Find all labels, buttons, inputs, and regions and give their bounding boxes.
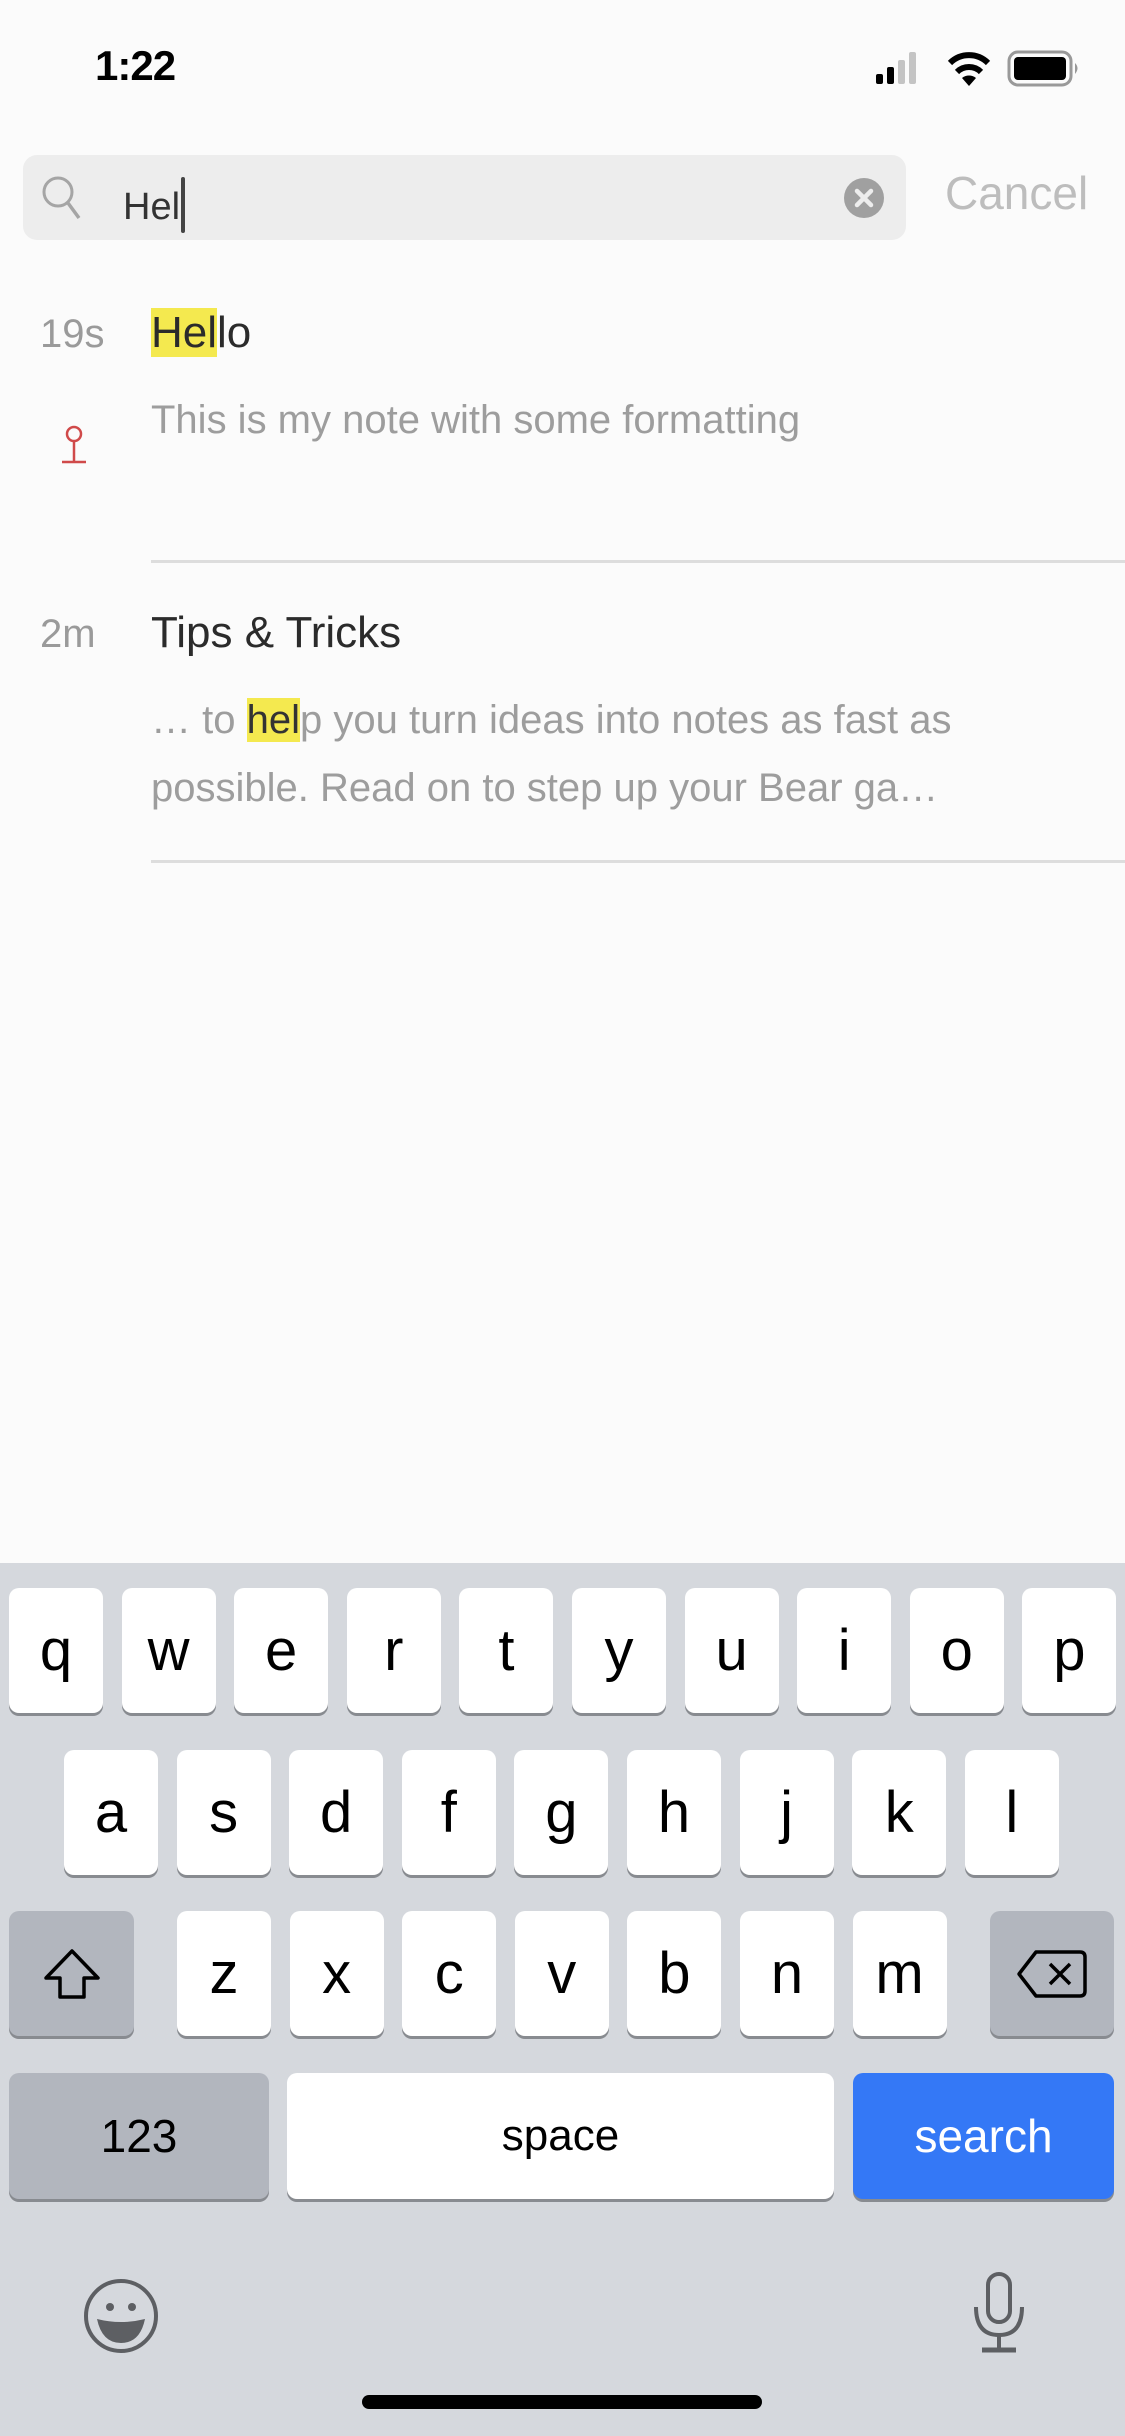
key-s[interactable]: s [176, 1750, 271, 1875]
key-d[interactable]: d [289, 1750, 384, 1875]
key-i[interactable]: i [797, 1588, 892, 1713]
text-caret [181, 177, 186, 233]
key-h[interactable]: h [627, 1750, 721, 1875]
backspace-icon [1017, 1949, 1087, 1998]
note-title: Hello [151, 308, 251, 358]
title-text: lo [217, 308, 252, 357]
search-value: Hel [123, 186, 181, 228]
key-l[interactable]: l [964, 1750, 1059, 1875]
title-text: Tips & Tricks [151, 608, 402, 657]
backspace-key[interactable] [990, 1911, 1114, 2036]
clear-icon[interactable] [843, 177, 885, 219]
space-key[interactable]: space [287, 2073, 834, 2199]
note-age: 2m [40, 612, 96, 656]
search-icon [42, 176, 81, 220]
wifi-icon [947, 52, 991, 86]
key-o[interactable]: o [909, 1588, 1004, 1713]
key-w[interactable]: w [121, 1588, 216, 1713]
key-x[interactable]: x [289, 1911, 384, 2036]
keyboard: 123 space search qwertyuiop asdfghjkl zxcv… [0, 1563, 1125, 2436]
battery-icon [1007, 50, 1078, 87]
match-highlight: hel [246, 698, 300, 742]
note-snippet: This is my note with some formatting [151, 398, 801, 442]
result-item[interactable]: 2m Tips & Tricks … to help you turn idea… [0, 590, 1125, 860]
match-highlight: Hel [151, 308, 218, 357]
key-q[interactable]: q [9, 1588, 103, 1713]
divider [151, 860, 1125, 863]
key-a[interactable]: a [64, 1750, 158, 1875]
key-v[interactable]: v [514, 1911, 609, 2036]
cancel-button[interactable]: Cancel [945, 166, 1088, 220]
key-t[interactable]: t [459, 1588, 554, 1713]
divider [151, 560, 1125, 563]
key-g[interactable]: g [514, 1750, 609, 1875]
emoji-icon[interactable] [82, 2277, 160, 2355]
search-input[interactable]: Hel [23, 155, 906, 240]
microphone-icon[interactable] [970, 2271, 1030, 2355]
result-item[interactable]: 19s Hello This is my note with some form… [0, 290, 1125, 560]
shift-key[interactable] [9, 1911, 134, 2036]
shift-icon [43, 1948, 100, 1999]
snippet-prefix: … to [151, 698, 247, 742]
key-n[interactable]: n [740, 1911, 834, 2036]
key-j[interactable]: j [739, 1750, 834, 1875]
key-u[interactable]: u [684, 1588, 779, 1713]
key-e[interactable]: e [234, 1588, 329, 1713]
home-indicator[interactable] [362, 2395, 762, 2409]
key-c[interactable]: c [402, 1911, 497, 2036]
key-r[interactable]: r [346, 1588, 441, 1713]
note-title: Tips & Tricks [151, 608, 401, 658]
status-time: 1:22 [95, 42, 176, 89]
pin-icon [62, 425, 86, 464]
note-age: 19s [40, 312, 105, 356]
search-key[interactable]: search [853, 2073, 1114, 2199]
key-b[interactable]: b [627, 1911, 722, 2036]
key-p[interactable]: p [1022, 1588, 1117, 1713]
note-snippet: … to help you turn ideas into notes as f… [151, 686, 1091, 822]
cellular-signal-icon [876, 52, 916, 84]
key-y[interactable]: y [572, 1588, 666, 1713]
key-z[interactable]: z [177, 1911, 271, 2036]
numbers-key[interactable]: 123 [9, 2073, 269, 2199]
key-f[interactable]: f [401, 1750, 496, 1875]
key-k[interactable]: k [852, 1750, 947, 1875]
key-m[interactable]: m [852, 1911, 947, 2036]
